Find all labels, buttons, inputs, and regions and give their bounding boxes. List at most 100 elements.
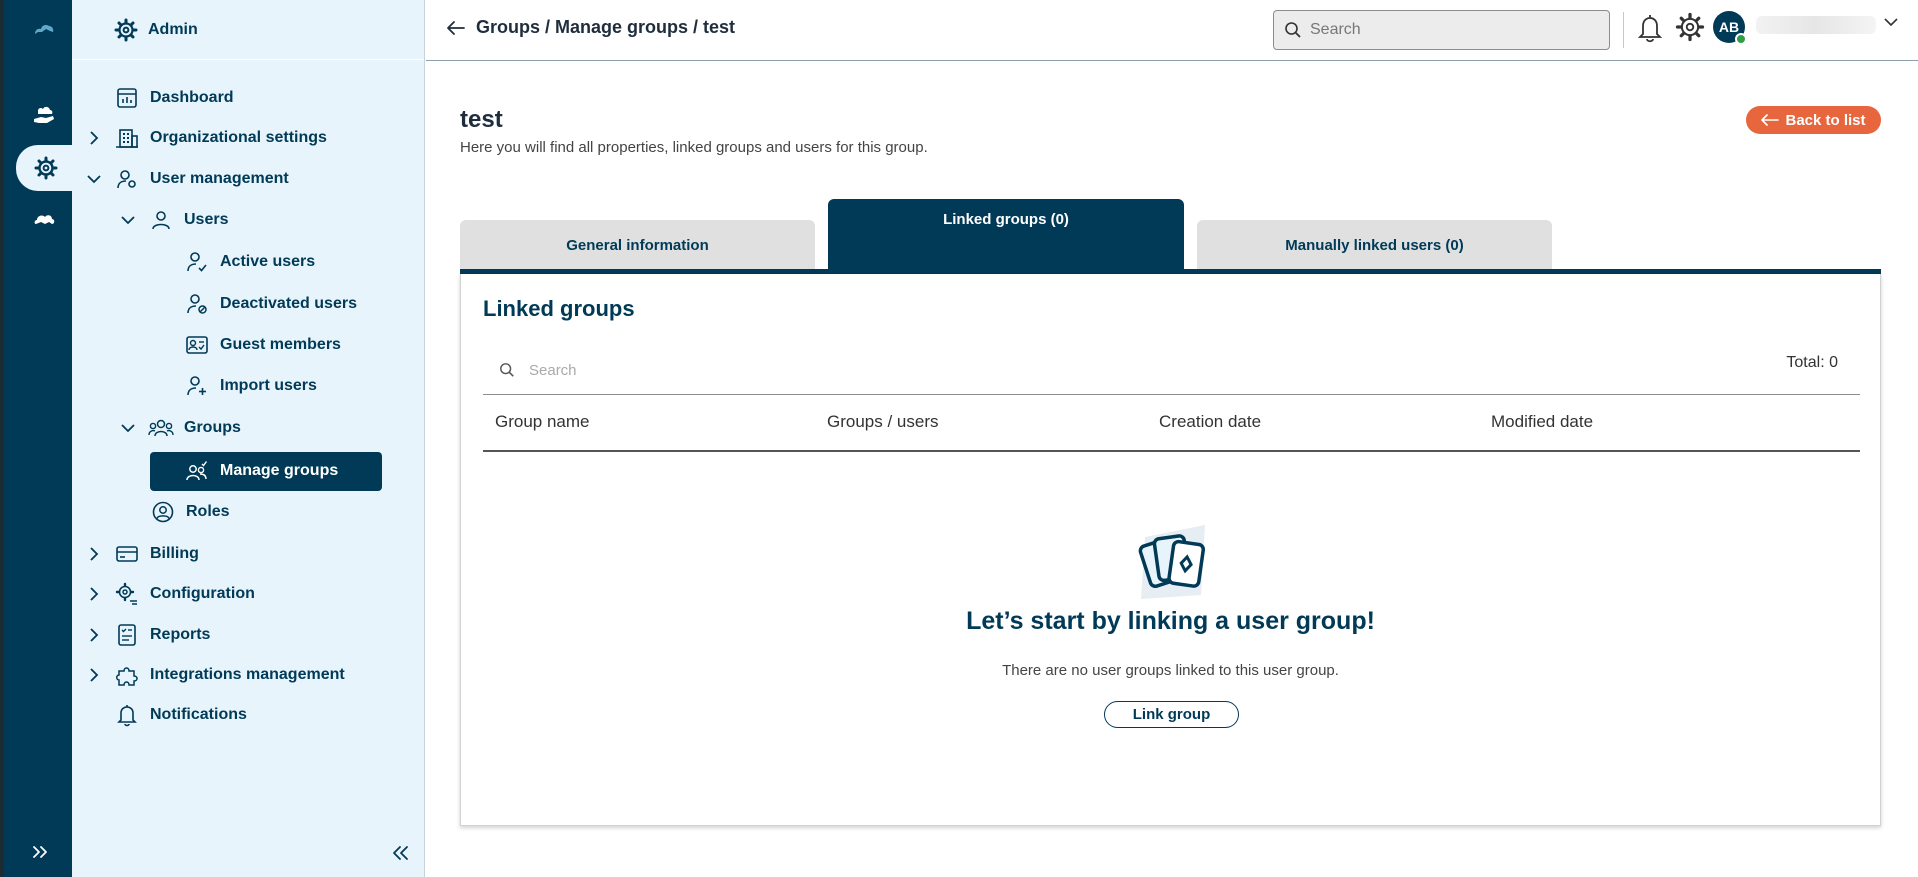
sidebar-item-label: Import users (220, 377, 317, 394)
sidebar-item-label: Notifications (150, 706, 247, 723)
page-subtitle: Here you will find all properties, linke… (460, 139, 928, 156)
sidebar-item-roles[interactable]: Roles (150, 496, 230, 528)
arrow-left-icon (1761, 114, 1780, 126)
tab-label: General information (566, 236, 709, 254)
chevron-right-icon[interactable] (84, 625, 104, 645)
sidebar-item-guest-members[interactable]: Guest members (184, 329, 341, 361)
cloud-icon[interactable] (12, 196, 76, 242)
arrow-left-icon[interactable] (446, 20, 466, 36)
user-settings-icon (114, 166, 140, 192)
global-search[interactable] (1273, 10, 1610, 50)
chevron-right-icon[interactable] (84, 665, 104, 685)
sidebar-item-label: Integrations management (150, 666, 345, 683)
back-to-list-button[interactable]: Back to list (1746, 106, 1881, 134)
search-input[interactable] (1310, 21, 1580, 39)
link-group-button[interactable]: Link group (1104, 701, 1239, 728)
column-header-creation-date[interactable]: Creation date (1147, 412, 1479, 432)
column-header-modified-date[interactable]: Modified date (1479, 412, 1811, 432)
sidebar-item-label: Configuration (150, 585, 255, 602)
tab-linked-groups[interactable]: Linked groups (0) (828, 199, 1184, 270)
sidebar-item-label: Reports (150, 626, 211, 643)
guest-badge-icon (184, 332, 210, 358)
column-header-group-name[interactable]: Group name (483, 412, 815, 432)
tab-general-information[interactable]: General information (460, 220, 815, 270)
sidebar-item-label: Groups (184, 419, 241, 436)
sidebar-item-users[interactable]: Users (118, 204, 228, 236)
hand-cloud-icon[interactable] (12, 94, 76, 140)
top-bar: Groups / Manage groups / test AB (426, 0, 1918, 61)
divider (1623, 12, 1624, 48)
sidebar-item-configuration[interactable]: Configuration (84, 578, 255, 610)
back-to-list-label: Back to list (1785, 111, 1866, 129)
sidebar-item-groups[interactable]: Groups (118, 412, 241, 444)
manage-groups-icon (184, 458, 210, 484)
user-blocked-icon (184, 291, 210, 317)
sidebar-item-reports[interactable]: Reports (84, 619, 210, 651)
sidebar-header: Admin (72, 0, 424, 60)
tab-manually-linked-users[interactable]: Manually linked users (0) (1197, 220, 1552, 270)
credit-card-icon (114, 541, 140, 567)
table-search-input[interactable] (529, 361, 929, 379)
bell-icon (114, 702, 140, 728)
app-rail (0, 0, 76, 877)
search-icon (1284, 21, 1302, 39)
sidebar-item-dashboard[interactable]: Dashboard (114, 82, 234, 114)
user-icon (148, 207, 174, 233)
group-icon (148, 415, 174, 441)
sidebar-item-org-settings[interactable]: Organizational settings (84, 122, 327, 154)
settings-gear-icon[interactable] (1675, 12, 1705, 42)
avatar[interactable]: AB (1713, 11, 1747, 45)
sidebar-item-notifications[interactable]: Notifications (114, 699, 247, 731)
sidebar-item-label: Users (184, 211, 229, 228)
divider (483, 394, 1860, 395)
double-chevron-right-icon[interactable] (16, 837, 66, 867)
column-header-groups-users[interactable]: Groups / users (815, 412, 1147, 432)
sidebar-item-label: Billing (150, 545, 199, 562)
sidebar-item-label: Roles (186, 503, 230, 520)
user-plus-icon (184, 373, 210, 399)
breadcrumb: Groups / Manage groups / test (446, 17, 735, 38)
chevron-down-icon[interactable] (118, 418, 138, 438)
table-search[interactable] (483, 354, 1083, 386)
sidebar-title: Admin (148, 20, 198, 38)
sidebar-item-label: Manage groups (220, 462, 339, 479)
sidebar-item-label: Active users (220, 253, 316, 270)
bell-icon[interactable] (1637, 13, 1663, 43)
sidebar-item-user-management[interactable]: User management (84, 163, 289, 195)
tab-label: Linked groups (0) (943, 211, 1069, 228)
tab-label: Manually linked users (0) (1285, 236, 1464, 254)
chevron-right-icon[interactable] (84, 584, 104, 604)
total-count: Total: 0 (1786, 354, 1838, 371)
chevron-down-icon[interactable] (1884, 17, 1898, 27)
configuration-gear-icon (114, 581, 140, 607)
sidebar-item-label: Organizational settings (150, 129, 327, 146)
sidebar-item-label: Dashboard (150, 89, 234, 106)
playing-cards-icon (1129, 519, 1213, 603)
sidebar-item-billing[interactable]: Billing (84, 538, 199, 570)
building-icon (114, 125, 140, 151)
chevron-down-icon[interactable] (118, 210, 138, 230)
panel-title: Linked groups (483, 296, 635, 321)
sidebar-item-label: Guest members (220, 336, 341, 353)
linked-groups-panel: Linked groups Total: 0 Group name Groups… (460, 274, 1881, 826)
sidebar-item-integrations[interactable]: Integrations management (84, 659, 345, 691)
online-status-dot (1735, 33, 1747, 45)
cloud-logo-icon[interactable] (12, 6, 76, 52)
report-icon (114, 622, 140, 648)
sidebar-item-label: User management (150, 170, 289, 187)
search-icon (499, 362, 515, 378)
sidebar-item-manage-groups[interactable]: Manage groups (184, 455, 338, 487)
double-chevron-left-icon[interactable] (390, 845, 412, 867)
role-icon (150, 499, 176, 525)
sidebar-item-import-users[interactable]: Import users (184, 370, 317, 402)
admin-gear-icon[interactable] (16, 145, 76, 191)
chevron-right-icon[interactable] (84, 128, 104, 148)
sidebar-item-active-users[interactable]: Active users (184, 246, 315, 278)
divider (483, 450, 1860, 452)
chevron-right-icon[interactable] (84, 544, 104, 564)
sidebar-item-deactivated-users[interactable]: Deactivated users (184, 288, 357, 320)
avatar-initials: AB (1718, 19, 1740, 35)
breadcrumb-text[interactable]: Groups / Manage groups / test (476, 17, 735, 38)
empty-state-text: There are no user groups linked to this … (1002, 662, 1339, 679)
chevron-down-icon[interactable] (84, 169, 104, 189)
